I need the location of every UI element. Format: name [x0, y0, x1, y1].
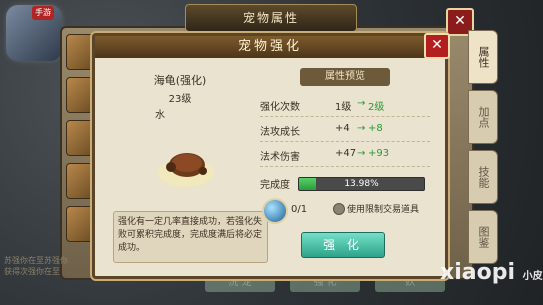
arrow-right-icon: →: [357, 98, 366, 109]
enhance-item-icon[interactable]: [262, 198, 288, 224]
progress-bar: 13.98%: [298, 177, 425, 191]
attribute-row: 法攻成长 +4 → +8: [260, 117, 430, 142]
attribute-current: 1级: [335, 102, 352, 113]
attribute-name: 强化次数: [260, 102, 300, 113]
attribute-table: 强化次数 1级 → 2级 法攻成长 +4 → +8 法术伤害 +47 → +93: [260, 92, 430, 167]
arrow-right-icon: →: [357, 123, 366, 134]
attribute-name: 法攻成长: [260, 127, 300, 138]
logo-badge: 手游: [32, 6, 54, 20]
attribute-name: 法术伤害: [260, 152, 300, 163]
arrow-right-icon: →: [357, 148, 366, 159]
pet-info: 海龟(强化) 23级 水: [105, 66, 255, 216]
attribute-next: 2级: [368, 102, 385, 113]
chat-text: 苏强你在至苏强你获得次强你在至: [4, 256, 68, 276]
preview-label: 属性预览: [300, 68, 390, 86]
pet-level: 23级: [168, 94, 192, 105]
pet-element: 水: [155, 110, 165, 121]
progress-label: 完成度: [260, 180, 290, 191]
watermark: xiaopi 小皮: [440, 260, 543, 285]
tab-points[interactable]: 加点: [468, 90, 498, 144]
attribute-row: 法术伤害 +47 → +93: [260, 142, 430, 167]
description-text: 强化有一定几率直接成功，若强化失败可累积完成度，完成度满后将必定成功。: [113, 211, 268, 263]
watermark-small: 小皮: [522, 271, 543, 282]
checkbox-label: 使用限制交易道具: [347, 205, 420, 215]
use-restricted-item-checkbox[interactable]: [333, 203, 345, 215]
outer-title: 宠物属性: [185, 4, 357, 32]
attribute-next: +93: [368, 148, 390, 159]
enhance-modal: 宠物强化 海龟(强化) 23级 水 强化有一定几率直接成功，若强化失败可累积完成…: [92, 33, 448, 279]
side-tabs: 属性 加点 技能 图鉴: [468, 30, 502, 270]
turtle-icon: [158, 153, 214, 187]
attribute-current: +47: [335, 148, 357, 159]
attribute-current: +4: [335, 123, 350, 134]
enhance-button[interactable]: 强 化: [301, 232, 385, 258]
modal-header: 宠物强化: [95, 36, 445, 58]
tab-attributes[interactable]: 属性: [468, 30, 498, 84]
item-count: 0/1: [291, 204, 308, 215]
pet-name: 海龟(强化): [153, 74, 207, 87]
watermark-text: xiaopi: [440, 260, 515, 285]
attribute-next: +8: [368, 123, 383, 134]
modal-title: 宠物强化: [237, 39, 302, 54]
tab-skills[interactable]: 技能: [468, 150, 498, 204]
progress-text: 13.98%: [344, 179, 379, 189]
close-icon[interactable]: ✕: [424, 33, 450, 59]
tab-catalog[interactable]: 图鉴: [468, 210, 498, 264]
attribute-row: 强化次数 1级 → 2级: [260, 92, 430, 117]
